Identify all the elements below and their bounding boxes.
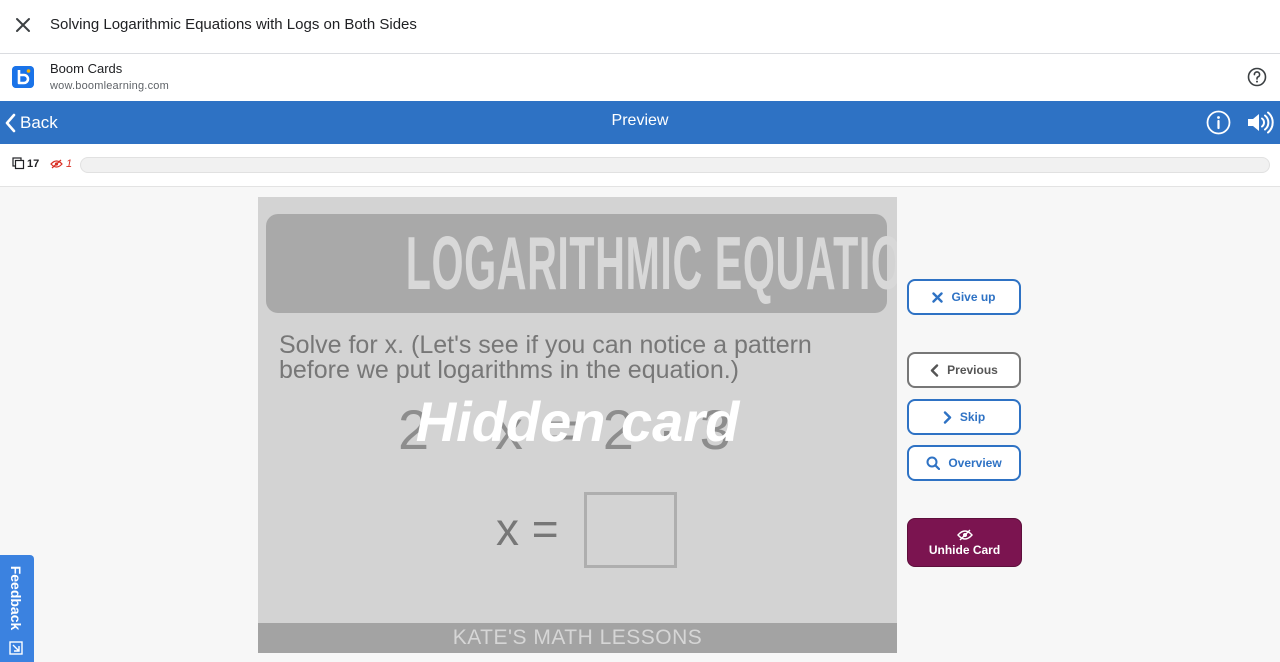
help-icon[interactable] bbox=[1247, 67, 1267, 87]
progress-bar bbox=[80, 157, 1270, 173]
site-info-bar bbox=[0, 54, 1280, 101]
hidden-card-overlay: Hidden card bbox=[415, 390, 740, 453]
close-icon[interactable] bbox=[12, 14, 34, 36]
feedback-label: Feedback bbox=[8, 565, 24, 631]
search-icon bbox=[926, 456, 941, 470]
page-title: Solving Logarithmic Equations with Logs … bbox=[50, 16, 417, 33]
chevron-left-icon bbox=[930, 363, 939, 377]
give-up-button[interactable]: Give up bbox=[907, 279, 1021, 315]
appbar-title: Preview bbox=[611, 112, 669, 129]
eye-slash-icon bbox=[956, 529, 973, 540]
back-button[interactable]: Back bbox=[4, 111, 58, 135]
card-instructions: Solve for x. (Let's see if you can notic… bbox=[279, 331, 812, 384]
external-link-icon bbox=[9, 641, 23, 655]
cards-stack-icon bbox=[12, 157, 25, 170]
answer-input[interactable] bbox=[584, 492, 677, 568]
info-icon[interactable] bbox=[1206, 110, 1231, 135]
card-preview: LOGARITHMIC EQUATIONS Solve for x. (Let'… bbox=[258, 197, 897, 653]
back-label: Back bbox=[20, 113, 58, 132]
card-footer-text: KATE'S MATH LESSONS bbox=[452, 626, 703, 649]
overview-button[interactable]: Overview bbox=[907, 445, 1021, 481]
overview-label: Overview bbox=[948, 456, 1002, 470]
previous-button[interactable]: Previous bbox=[907, 352, 1021, 388]
x-icon bbox=[932, 291, 944, 303]
boom-cards-logo-icon bbox=[12, 66, 34, 88]
unhide-label: Unhide Card bbox=[928, 542, 1001, 557]
chevron-left-icon bbox=[5, 113, 16, 133]
unhide-card-button[interactable]: Unhide Card bbox=[907, 518, 1022, 567]
speaker-icon[interactable] bbox=[1246, 110, 1274, 135]
answer-label: x = bbox=[496, 503, 559, 555]
skip-label: Skip bbox=[959, 410, 986, 424]
cards-count-value: 17 bbox=[27, 157, 40, 170]
site-name: Boom Cards bbox=[50, 61, 123, 76]
cards-count: 17 bbox=[12, 157, 39, 170]
site-url: wow.boomlearning.com bbox=[50, 80, 169, 92]
give-up-label: Give up bbox=[951, 290, 996, 304]
hidden-count-value: 1 bbox=[66, 158, 73, 170]
hidden-count: 1 bbox=[50, 158, 72, 170]
card-heading: LOGARITHMIC EQUATIONS bbox=[405, 221, 897, 305]
eye-slash-icon bbox=[50, 159, 63, 169]
chevron-right-icon bbox=[943, 410, 952, 424]
skip-button[interactable]: Skip bbox=[907, 399, 1021, 435]
previous-label: Previous bbox=[947, 363, 998, 377]
